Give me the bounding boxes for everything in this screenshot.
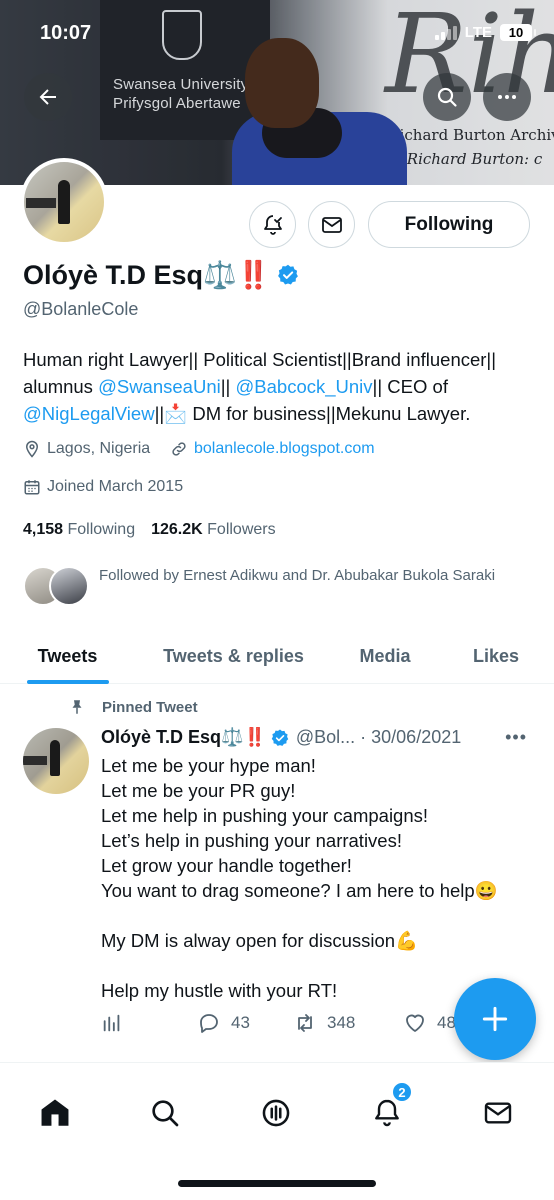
pinned-label: Pinned Tweet	[68, 698, 198, 716]
envelope-icon	[484, 1102, 512, 1124]
network-label: LTE	[464, 24, 492, 41]
verified-badge-icon	[271, 729, 289, 746]
bio-text-4: ||📩 DM for business||Mekunu Lawyer.	[154, 403, 471, 424]
tab-media[interactable]: Media	[332, 628, 438, 684]
tab-likes[interactable]: Likes	[438, 628, 554, 684]
search-icon	[437, 87, 457, 107]
signal-icon	[434, 25, 457, 40]
search-icon	[152, 1100, 179, 1127]
following-button[interactable]: Following	[368, 201, 530, 248]
reply-count: 43	[231, 1013, 250, 1032]
mention-link-swanseauni[interactable]: @SwanseaUni	[98, 376, 221, 397]
nav-notifications[interactable]: 2	[367, 1081, 413, 1133]
envelope-icon	[321, 216, 342, 233]
like-button[interactable]: 48	[403, 1011, 456, 1035]
joined-text: Joined March 2015	[47, 478, 184, 495]
mention-link-niglegalview[interactable]: @NigLegalView	[23, 403, 155, 424]
back-button[interactable]	[24, 73, 72, 121]
link-icon	[172, 442, 186, 456]
nav-search[interactable]	[145, 1093, 185, 1133]
profile-avatar[interactable]	[20, 158, 108, 246]
tab-tweets-replies[interactable]: Tweets & replies	[135, 628, 332, 684]
tweet-author-avatar[interactable]	[23, 728, 89, 794]
avatar	[49, 566, 89, 606]
retweet-count: 348	[327, 1013, 356, 1032]
battery-level: 10	[508, 25, 524, 40]
profile-tabs: Tweets Tweets & replies Media Likes	[0, 628, 554, 684]
tab-tweets[interactable]: Tweets	[0, 628, 135, 684]
more-icon	[498, 95, 516, 99]
home-indicator[interactable]	[178, 1180, 376, 1187]
battery-icon: 10	[500, 24, 536, 41]
profile-bio: Human right Lawyer|| Political Scientist…	[23, 346, 533, 427]
analytics-icon	[103, 1014, 120, 1032]
profile-website[interactable]: bolanlecole.blogspot.com	[170, 440, 375, 458]
plus-icon	[482, 1006, 508, 1032]
nav-spaces[interactable]	[256, 1093, 296, 1133]
arrow-left-icon	[39, 89, 56, 105]
calendar-icon	[24, 480, 40, 495]
tweet-text: Let me be your hype man! Let me be your …	[101, 755, 498, 1001]
analytics-button[interactable]	[101, 1012, 197, 1034]
bio-text-2: ||	[220, 376, 236, 397]
retweet-icon	[298, 1014, 312, 1032]
follow-counts: 4,158 Following 126.2K Followers	[23, 521, 276, 539]
retweet-button[interactable]: 348	[293, 1011, 403, 1035]
following-count-link[interactable]: 4,158 Following	[23, 521, 135, 539]
tweet-more-icon[interactable]: •••	[505, 727, 527, 748]
nav-home[interactable]	[35, 1093, 75, 1133]
followed-by-text: Followed by Ernest Adikwu and Dr. Abubak…	[99, 567, 496, 584]
followers-count-link[interactable]: 126.2K Followers	[151, 521, 276, 539]
following-label: Following	[67, 521, 136, 538]
followed-by[interactable]: Followed by Ernest Adikwu and Dr. Abubak…	[23, 564, 519, 608]
status-time: 10:07	[40, 22, 92, 44]
home-icon	[41, 1099, 69, 1126]
location-pin-icon	[25, 440, 39, 458]
following-count: 4,158	[23, 521, 64, 538]
profile-join-date: Joined March 2015	[23, 478, 183, 496]
pinned-text: Pinned Tweet	[102, 698, 198, 716]
nav-messages[interactable]	[478, 1093, 518, 1133]
tweet-author-name[interactable]: Olóyè T.D Esq⚖️‼️	[101, 727, 266, 748]
more-button[interactable]	[483, 73, 531, 121]
tweet-header: Olóyè T.D Esq⚖️‼️ @Bol... · 30/06/2021 •…	[101, 727, 533, 748]
tweet-handle-date: @Bol... · 30/06/2021	[295, 727, 462, 747]
message-button[interactable]	[308, 201, 355, 248]
followers-count: 126.2K	[151, 521, 203, 538]
bell-check-icon	[263, 214, 282, 235]
location-text: Lagos, Nigeria	[47, 440, 151, 457]
status-indicators: LTE 10	[434, 24, 536, 41]
display-name-text: Olóyè T.D Esq⚖️‼️	[23, 260, 271, 290]
followed-by-avatars	[23, 564, 89, 608]
spaces-icon	[262, 1099, 290, 1127]
notifications-badge: 2	[391, 1081, 413, 1103]
verified-badge-icon[interactable]	[276, 263, 300, 287]
notifications-toggle-button[interactable]	[249, 201, 296, 248]
reply-button[interactable]: 43	[197, 1011, 293, 1035]
compose-tweet-button[interactable]	[454, 978, 536, 1060]
profile-location: Lagos, Nigeria	[23, 440, 150, 458]
search-button[interactable]	[423, 73, 471, 121]
bio-text-3: || CEO of	[372, 376, 448, 397]
pin-icon	[72, 700, 82, 714]
heart-icon	[406, 1014, 424, 1032]
mention-link-babcock[interactable]: @Babcock_Univ	[236, 376, 373, 397]
website-link[interactable]: bolanlecole.blogspot.com	[194, 440, 375, 458]
reply-icon	[200, 1014, 218, 1033]
profile-handle: @BolanleCole	[23, 299, 139, 319]
profile-display-name: Olóyè T.D Esq⚖️‼️	[23, 259, 300, 291]
followers-label: Followers	[207, 521, 276, 538]
